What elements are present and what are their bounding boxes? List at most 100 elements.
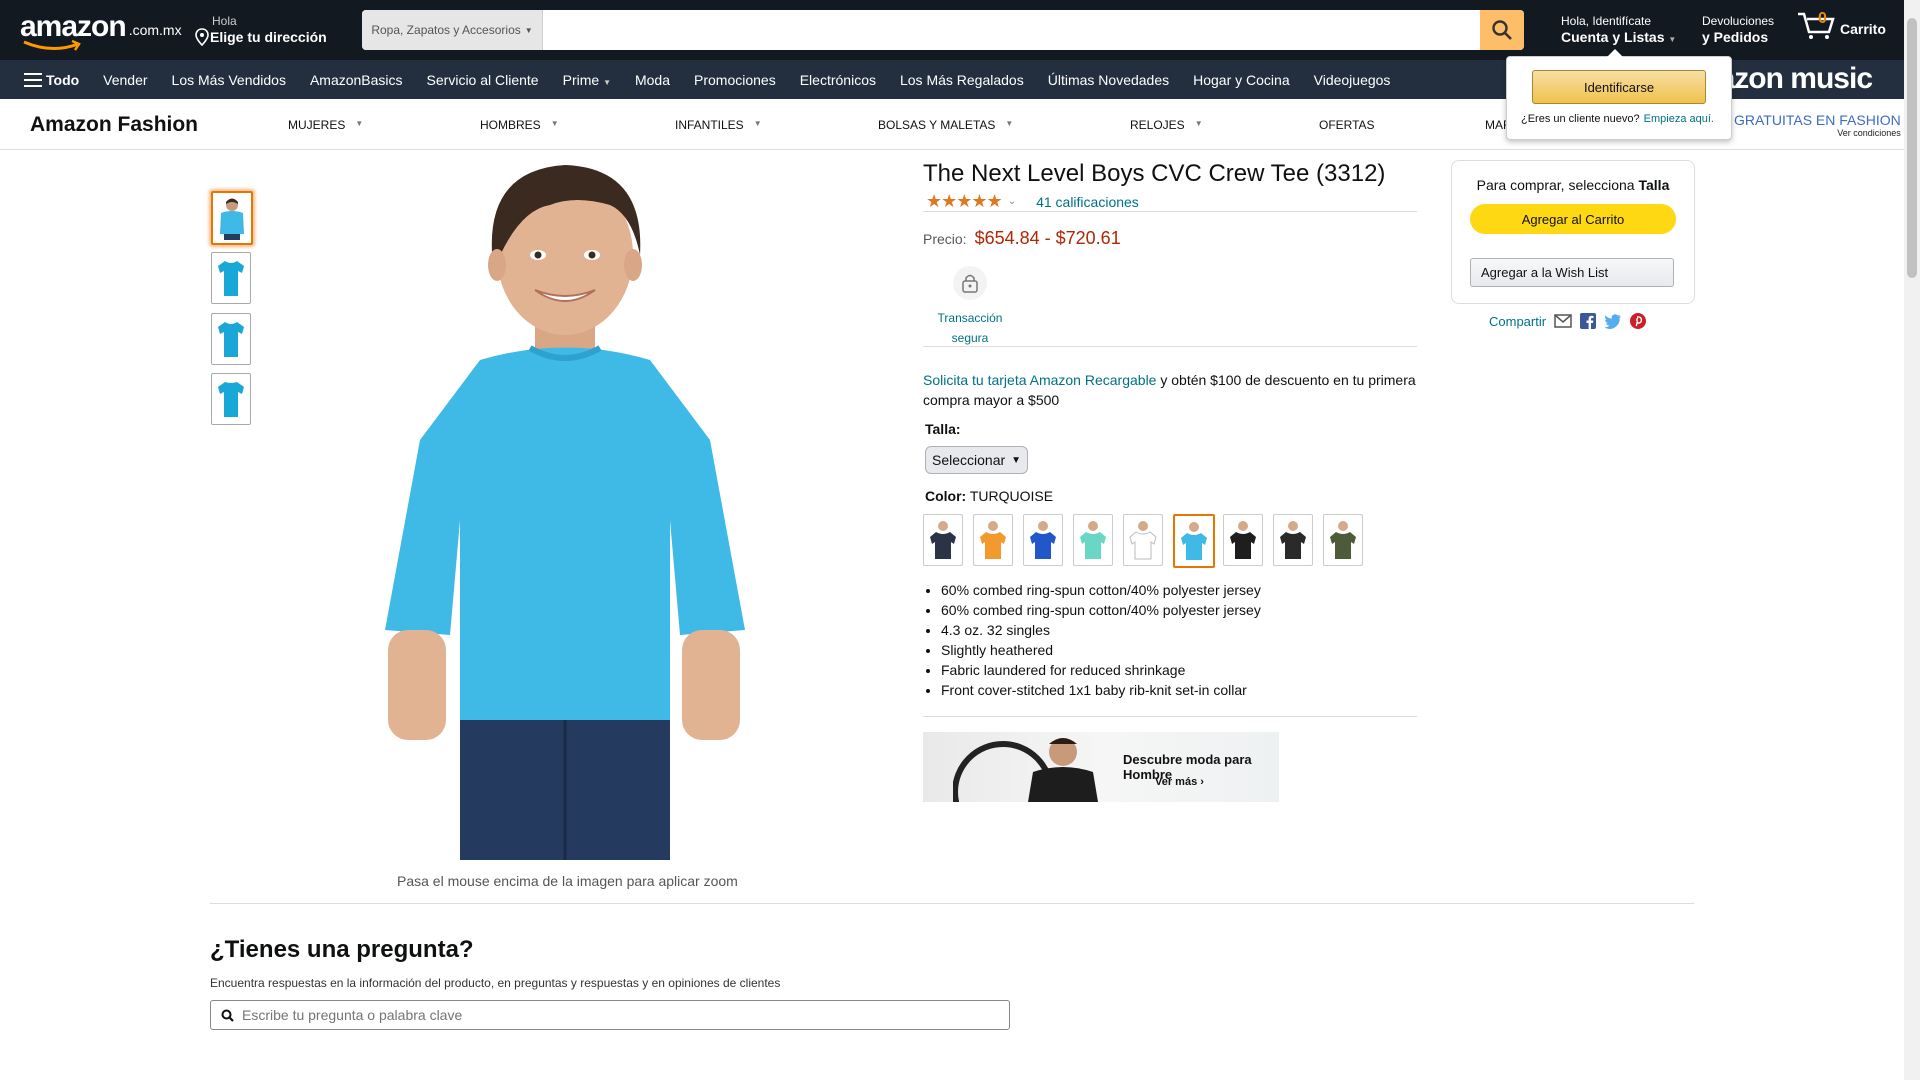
nav-item-videojuegos[interactable]: Videojuegos (1302, 72, 1403, 88)
star-rating-icon[interactable]: ★★★★★ (926, 191, 1003, 212)
logo-text: amazon (20, 10, 127, 43)
chevron-down-icon[interactable]: ⌄ (1008, 196, 1016, 207)
caret-down-icon: ▼ (753, 119, 762, 128)
secure-transaction[interactable]: Transacción segura (920, 266, 1020, 348)
fashion-nav-infantiles[interactable]: INFANTILES ▼ (675, 118, 762, 132)
color-swatch[interactable] (1023, 514, 1063, 566)
all-menu-button[interactable]: Todo (0, 72, 91, 88)
nav-item-promociones[interactable]: Promociones (682, 72, 788, 88)
color-swatch[interactable] (1273, 514, 1313, 566)
caret-down-icon: ▼ (355, 119, 364, 128)
color-swatch[interactable] (1223, 514, 1263, 566)
all-menu-label: Todo (46, 71, 80, 88)
nav-item-hogar-cocina[interactable]: Hogar y Cocina (1181, 72, 1302, 88)
color-swatch[interactable] (1173, 514, 1215, 568)
color-label: Color: (925, 488, 967, 504)
add-to-cart-button[interactable]: Agregar al Carrito (1470, 204, 1676, 234)
lock-icon (953, 266, 987, 300)
start-here-link[interactable]: Empieza aquí. (1644, 113, 1714, 125)
caret-down-icon: ▼ (1668, 35, 1677, 44)
tshirt-icon (980, 521, 1006, 559)
nav-item-prime[interactable]: Prime ▼ (551, 72, 623, 88)
new-customer-line: ¿Eres un cliente nuevo? Empieza aquí. (1521, 113, 1714, 125)
add-to-wishlist-button[interactable]: Agregar a la Wish List (1470, 258, 1674, 287)
thumbnail-tee-back[interactable] (211, 373, 251, 425)
fashion-nav-label: OFERTAS (1319, 118, 1375, 132)
banner-link[interactable]: Ver más › (1155, 776, 1204, 788)
orders-label: y Pedidos (1702, 29, 1769, 45)
tshirt-icon (218, 382, 244, 417)
recargable-offer: Solicita tu tarjeta Amazon Recargable y … (923, 370, 1423, 410)
share-row: Compartir (1489, 313, 1647, 329)
price-row: Precio: $654.84 - $720.61 (923, 228, 1121, 249)
search-category-label: Ropa, Zapatos y Accesorios (371, 23, 521, 37)
banner-model-image (953, 738, 1098, 802)
search-button[interactable] (1480, 10, 1524, 50)
nav-item-amazonbasics[interactable]: AmazonBasics (298, 72, 415, 88)
cart-link[interactable]: 0 Carrito (1796, 10, 1886, 40)
fashion-nav-bolsas[interactable]: BOLSAS Y MALETAS ▼ (878, 118, 1013, 132)
recargable-card-link[interactable]: Solicita tu tarjeta Amazon Recargable (923, 372, 1156, 388)
fashion-nav-label: MUJERES (288, 118, 346, 132)
nav-item-vender[interactable]: Vender (91, 72, 159, 88)
pinterest-icon[interactable] (1630, 313, 1647, 329)
facebook-icon[interactable] (1580, 313, 1597, 329)
nav-item-mas-regalados[interactable]: Los Más Regalados (888, 72, 1036, 88)
account-greeting: Hola, Identifícate (1561, 14, 1652, 28)
ratings-count-link[interactable]: 41 calificaciones (1036, 194, 1139, 210)
fashion-promo[interactable]: GRATUITAS EN FASHION Ver condiciones (1734, 112, 1901, 138)
account-lists-menu[interactable]: Hola, Identifícate Cuenta y Listas ▼ (1561, 14, 1676, 49)
signin-button[interactable]: Identificarse (1532, 70, 1706, 104)
secure-line-2: segura (951, 331, 989, 345)
search-bar: Ropa, Zapatos y Accesorios ▼ (362, 10, 1524, 50)
nav-item-electronicos[interactable]: Electrónicos (788, 72, 888, 88)
fashion-nav-hombres[interactable]: HOMBRES ▼ (480, 118, 559, 132)
nav-item-ultimas-novedades[interactable]: Últimas Novedades (1036, 72, 1181, 88)
color-swatch[interactable] (973, 514, 1013, 566)
hamburger-icon (24, 72, 42, 87)
divider (210, 903, 1694, 904)
share-link[interactable]: Compartir (1489, 314, 1546, 329)
thumbnail-tee-side[interactable] (211, 313, 251, 365)
amazon-logo[interactable]: amazon .com.mx (20, 10, 182, 51)
price-value: $654.84 - $720.61 (974, 228, 1121, 248)
nav-item-mas-vendidos[interactable]: Los Más Vendidos (160, 72, 298, 88)
nav-item-moda[interactable]: Moda (623, 72, 682, 88)
tshirt-icon (930, 521, 956, 559)
color-swatch[interactable] (923, 514, 963, 566)
nav-item-servicio-cliente[interactable]: Servicio al Cliente (415, 72, 551, 88)
smile-icon (23, 40, 81, 51)
buy-prompt-size: Talla (1638, 177, 1670, 193)
question-search-input[interactable] (240, 1006, 1009, 1024)
address-selector[interactable]: Hola Elige tu dirección (194, 14, 327, 46)
new-customer-text: ¿Eres un cliente nuevo? (1521, 113, 1640, 125)
divider (923, 346, 1417, 347)
color-swatch[interactable] (1323, 514, 1363, 566)
product-main-image[interactable] (370, 160, 760, 860)
men-fashion-banner[interactable]: Descubre moda para Hombre Ver más › (923, 732, 1279, 802)
returns-orders-link[interactable]: Devoluciones y Pedidos (1702, 14, 1774, 46)
fashion-nav-relojes[interactable]: RELOJES ▼ (1130, 118, 1203, 132)
fashion-title[interactable]: Amazon Fashion (30, 113, 198, 137)
fashion-nav-mujeres[interactable]: MUJERES ▼ (288, 118, 363, 132)
page-scrollbar[interactable] (1904, 0, 1920, 1080)
feature-bullet: Fabric laundered for reduced shrinkage (941, 660, 1261, 680)
search-category-dropdown[interactable]: Ropa, Zapatos y Accesorios ▼ (362, 10, 543, 50)
scrollbar-thumb[interactable] (1907, 18, 1917, 278)
search-icon (1492, 20, 1512, 40)
feature-bullet: Slightly heathered (941, 640, 1261, 660)
buy-prompt-text: Para comprar, selecciona (1476, 177, 1639, 193)
tshirt-icon (1230, 521, 1256, 559)
color-swatch[interactable] (1073, 514, 1113, 566)
thumbnail-boy[interactable] (211, 191, 253, 245)
search-input[interactable] (543, 10, 1480, 50)
email-icon[interactable] (1554, 314, 1572, 328)
nav-item-prime-label: Prime (562, 71, 600, 88)
twitter-icon[interactable] (1604, 313, 1622, 329)
size-select[interactable]: Seleccionar ▼ (925, 446, 1029, 474)
address-greeting: Hola (212, 14, 237, 28)
color-swatch[interactable] (1123, 514, 1163, 566)
fashion-nav-ofertas[interactable]: OFERTAS (1319, 118, 1375, 132)
thumbnail-tee-front[interactable] (211, 252, 251, 304)
caret-down-icon: ▼ (603, 77, 611, 87)
